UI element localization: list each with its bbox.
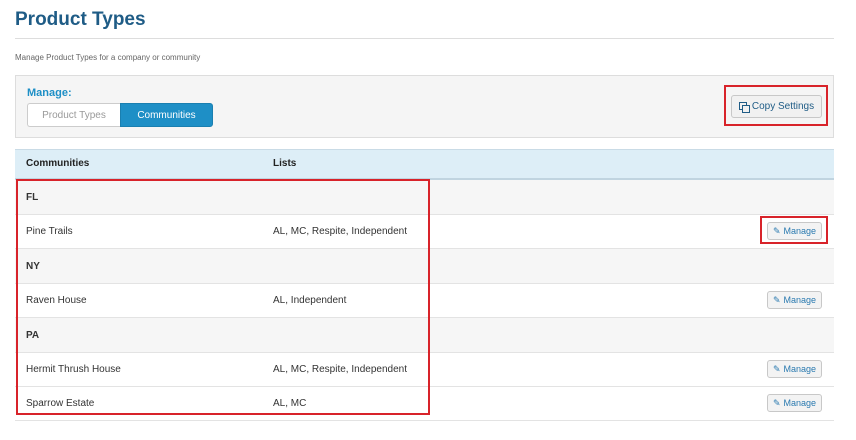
copy-settings-button[interactable]: Copy Settings	[731, 95, 822, 118]
table-row: Pine Trails AL, MC, Respite, Independent…	[15, 215, 834, 249]
community-lists: AL, MC	[273, 398, 307, 409]
group-name: PA	[26, 330, 40, 341]
community-lists: AL, Independent	[273, 295, 347, 306]
table-row: Raven House AL, Independent ✎ Manage	[15, 284, 834, 318]
manage-button[interactable]: ✎ Manage	[767, 360, 822, 378]
group-row-pa: PA	[15, 318, 834, 353]
manage-panel: Manage: Product Types Communities Copy S…	[15, 75, 834, 138]
manage-button[interactable]: ✎ Manage	[767, 222, 822, 240]
edit-icon: ✎	[772, 294, 781, 305]
community-lists: AL, MC, Respite, Independent	[273, 226, 407, 237]
title-divider	[15, 38, 834, 39]
column-header-communities: Communities	[26, 158, 90, 169]
community-name: Hermit Thrush House	[26, 364, 121, 375]
group-row-fl: FL	[15, 180, 834, 215]
table-row: Hermit Thrush House AL, MC, Respite, Ind…	[15, 353, 834, 387]
tab-product-types[interactable]: Product Types	[27, 103, 120, 127]
table-header: Communities Lists	[15, 149, 834, 180]
table-row: Sparrow Estate AL, MC ✎ Manage	[15, 387, 834, 421]
community-name: Pine Trails	[26, 226, 73, 237]
community-lists: AL, MC, Respite, Independent	[273, 364, 407, 375]
edit-icon: ✎	[772, 363, 781, 374]
manage-button-label: Manage	[783, 398, 817, 408]
page-title: Product Types	[15, 9, 146, 30]
group-name: NY	[26, 261, 40, 272]
edit-icon: ✎	[772, 225, 781, 236]
community-name: Sparrow Estate	[26, 398, 95, 409]
page-subtitle: Manage Product Types for a company or co…	[15, 53, 201, 62]
manage-button[interactable]: ✎ Manage	[767, 291, 822, 309]
communities-table: Communities Lists FL Pine Trails AL, MC,…	[15, 149, 834, 421]
manage-label: Manage:	[27, 87, 72, 99]
manage-toggle-group: Product Types Communities	[27, 103, 213, 127]
group-name: FL	[26, 192, 39, 203]
edit-icon: ✎	[772, 397, 781, 408]
manage-button-label: Manage	[783, 295, 817, 305]
manage-button-label: Manage	[783, 364, 817, 374]
manage-button[interactable]: ✎ Manage	[767, 394, 822, 412]
community-name: Raven House	[26, 295, 87, 306]
group-row-ny: NY	[15, 249, 834, 284]
tab-communities[interactable]: Communities	[120, 103, 213, 127]
manage-button-label: Manage	[783, 226, 817, 236]
copy-icon	[738, 102, 750, 113]
copy-settings-label: Copy Settings	[751, 101, 815, 112]
column-header-lists: Lists	[273, 158, 297, 169]
